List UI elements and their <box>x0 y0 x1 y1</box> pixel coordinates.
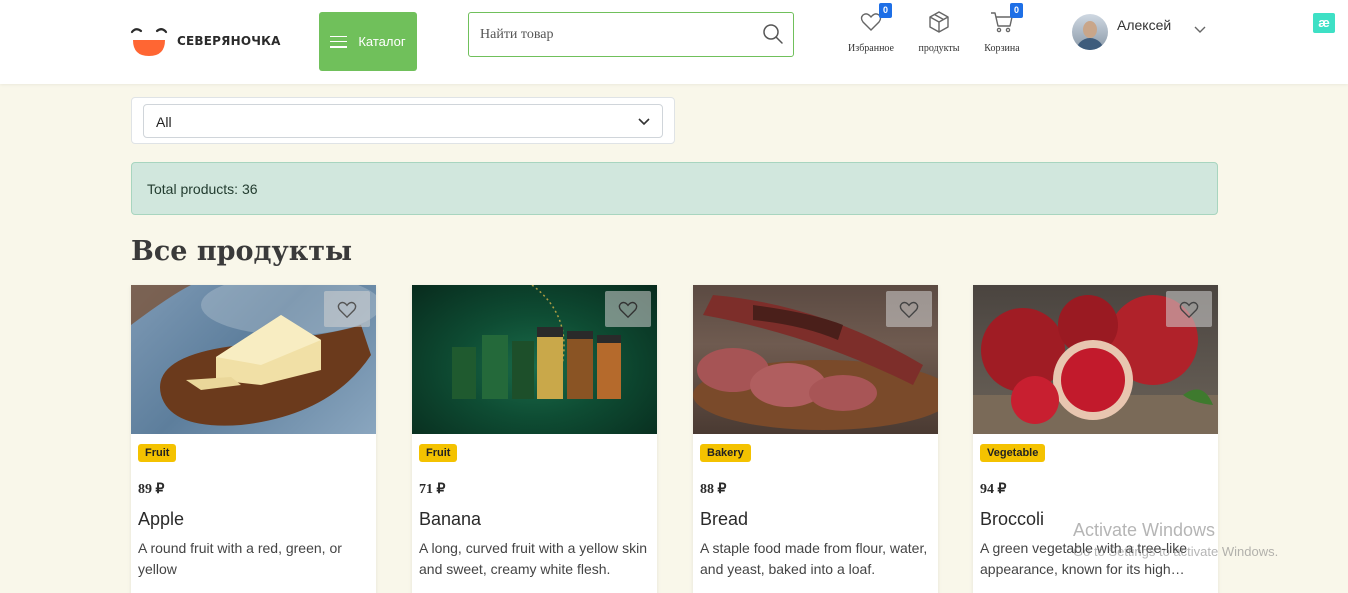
box-icon <box>927 10 951 34</box>
favorites-count-badge: 0 <box>879 3 892 18</box>
product-description: A staple food made from flour, water, an… <box>700 540 928 577</box>
user-name: Алексей <box>1117 17 1172 33</box>
logo-text: СЕВЕРЯНОЧКА <box>177 34 281 48</box>
product-image <box>693 285 938 434</box>
total-products-text: Total products: 36 <box>147 181 258 197</box>
product-name[interactable]: Broccoli <box>980 509 1044 530</box>
chevron-down-icon[interactable] <box>1193 23 1207 37</box>
header: СЕВЕРЯНОЧКА Каталог 0 Избранное продукты… <box>0 0 1348 84</box>
product-name[interactable]: Bread <box>700 509 748 530</box>
catalog-button[interactable]: Каталог <box>319 12 417 71</box>
browser-extension-icon[interactable]: æ <box>1313 13 1335 33</box>
cart-icon: 0 <box>990 3 1023 34</box>
heart-icon <box>1179 301 1199 319</box>
product-card[interactable]: Fruit 71 ₽ Banana A long, curved fruit w… <box>412 285 657 593</box>
category-select[interactable]: All <box>143 104 663 138</box>
avatar <box>1072 14 1108 50</box>
category-badge: Fruit <box>138 444 177 462</box>
total-products-alert: Total products: 36 <box>131 162 1218 215</box>
category-badge: Vegetable <box>980 444 1046 462</box>
add-to-favorites-button[interactable] <box>1166 291 1212 327</box>
product-price: 94 ₽ <box>980 482 1007 497</box>
product-name[interactable]: Banana <box>419 509 481 530</box>
cart-count-badge: 0 <box>1010 3 1023 18</box>
category-badge: Fruit <box>419 444 458 462</box>
product-image <box>131 285 376 434</box>
product-image <box>973 285 1218 434</box>
nav-products[interactable]: продукты <box>909 10 969 54</box>
nav-label-products: продукты <box>918 43 960 54</box>
search-input[interactable] <box>480 25 750 45</box>
category-select-value: All <box>156 114 172 130</box>
nav-favorites[interactable]: 0 Избранное <box>841 3 901 54</box>
catalog-label: Каталог <box>358 34 406 49</box>
watermark-title: Activate Windows <box>1073 520 1216 540</box>
logo-smile-icon <box>130 28 168 56</box>
menu-icon <box>330 35 348 48</box>
product-description: A long, curved fruit with a yellow skin … <box>419 540 647 577</box>
add-to-favorites-button[interactable] <box>886 291 932 327</box>
product-price: 71 ₽ <box>419 482 446 497</box>
heart-icon <box>618 301 638 319</box>
heart-icon <box>899 301 919 319</box>
heart-icon <box>337 301 357 319</box>
chevron-down-icon <box>638 118 650 126</box>
nav-label-cart: Корзина <box>984 43 1020 54</box>
filter-panel: All <box>131 97 675 144</box>
heart-icon: 0 <box>859 3 892 34</box>
nav-label-favorites: Избранное <box>848 43 894 54</box>
product-description: A round fruit with a red, green, or yell… <box>138 540 342 577</box>
page-title: Все продукты <box>131 236 353 267</box>
product-price: 88 ₽ <box>700 482 727 497</box>
watermark-subtitle: Go to Settings to activate Windows. <box>1073 544 1279 559</box>
product-name[interactable]: Apple <box>138 509 184 530</box>
add-to-favorites-button[interactable] <box>324 291 370 327</box>
nav-cart[interactable]: 0 Корзина <box>972 3 1032 54</box>
product-image <box>412 285 657 434</box>
product-price: 89 ₽ <box>138 482 165 497</box>
add-to-favorites-button[interactable] <box>605 291 651 327</box>
user-menu[interactable]: Алексей <box>1072 14 1206 50</box>
product-card[interactable]: Bakery 88 ₽ Bread A staple food made fro… <box>693 285 938 593</box>
search-icon[interactable] <box>762 23 784 45</box>
search-box <box>468 12 794 57</box>
product-card[interactable]: Fruit 89 ₽ Apple A round fruit with a re… <box>131 285 376 593</box>
logo[interactable]: СЕВЕРЯНОЧКА <box>130 24 281 58</box>
category-badge: Bakery <box>700 444 751 462</box>
windows-activation-watermark: Activate Windows Go to Settings to activ… <box>1073 520 1278 559</box>
